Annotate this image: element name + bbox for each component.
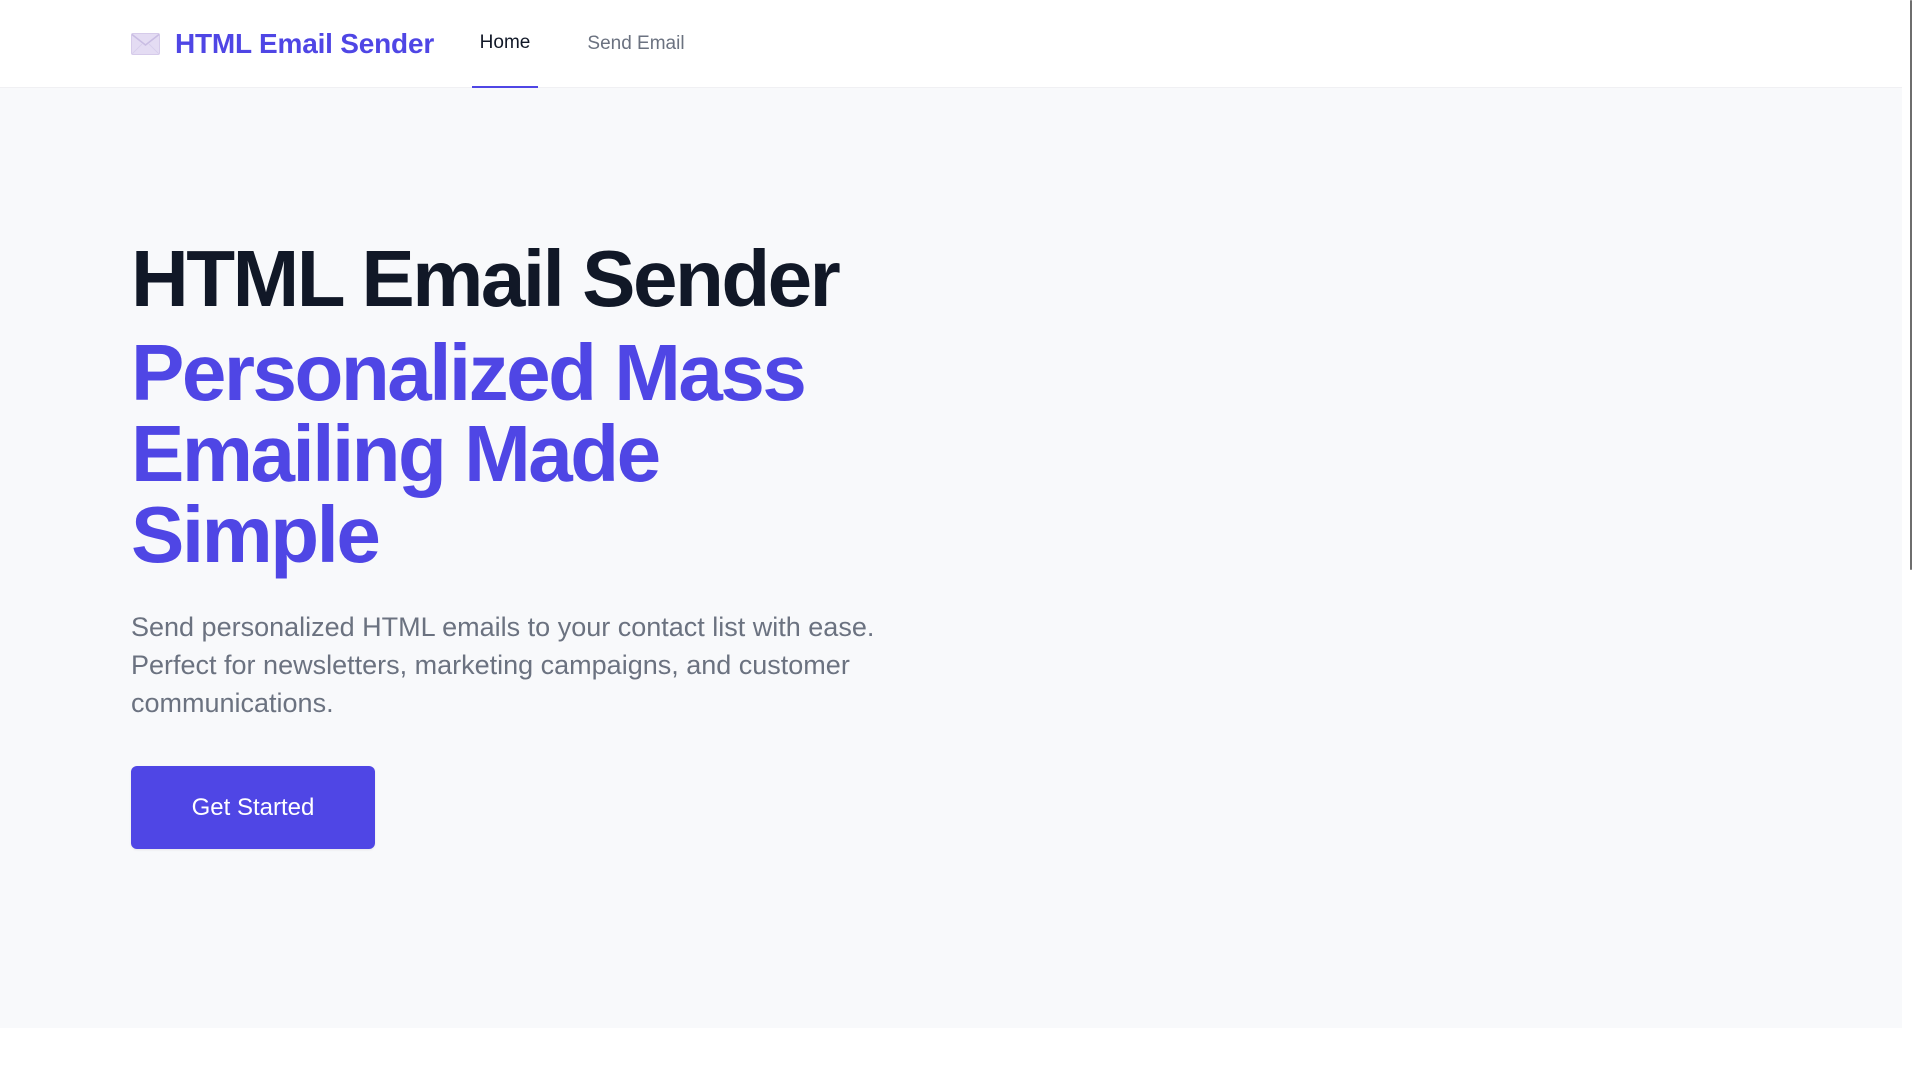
brand[interactable]: HTML Email Sender (131, 22, 434, 66)
envelope-icon (131, 33, 160, 55)
get-started-button[interactable]: Get Started (131, 766, 375, 849)
hero-title: HTML Email Sender (131, 234, 841, 323)
tab-home[interactable]: Home (472, 0, 538, 88)
tab-send-email[interactable]: Send Email (584, 0, 688, 88)
brand-title: HTML Email Sender (175, 28, 435, 59)
page-below-hero (0, 1028, 1902, 1079)
vertical-scrollbar[interactable] (1902, 0, 1919, 1079)
hero-subtitle: Personalized Mass Emailing Made Simple (131, 328, 807, 579)
browser-viewport: HTML Email Sender Home Send Email HTML E… (0, 0, 1919, 1079)
hero-section: HTML Email Sender Personalized Mass Emai… (0, 88, 1902, 1028)
top-navigation: HTML Email Sender Home Send Email (0, 0, 1902, 88)
scrollbar-thumb[interactable] (1910, 0, 1912, 570)
page: HTML Email Sender Home Send Email HTML E… (0, 0, 1919, 1079)
hero-description: Send personalized HTML emails to your co… (131, 612, 875, 718)
